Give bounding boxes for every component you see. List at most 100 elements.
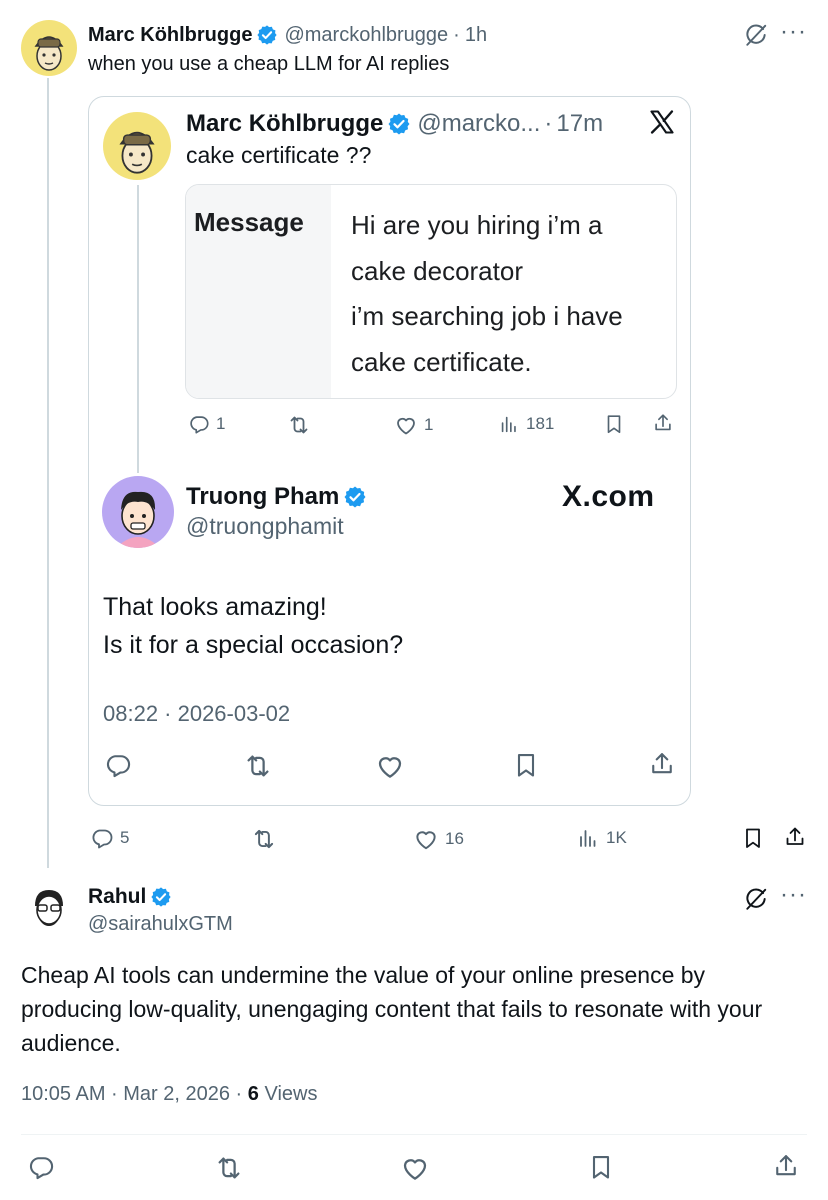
message-line: i’m searching job i have [351, 301, 623, 331]
more-icon[interactable]: ··· [780, 881, 807, 909]
bookmark-icon [603, 413, 625, 435]
divider [21, 1134, 807, 1135]
top-reply-button[interactable]: 5 [90, 826, 129, 850]
avatar-rahul[interactable] [21, 882, 77, 938]
main-bookmark-button[interactable] [587, 1153, 615, 1181]
bookmark-icon [512, 751, 540, 779]
main-tweet-time[interactable]: 10:05 AM · Mar 2, 2026 · [21, 1083, 248, 1105]
reply-icon [104, 751, 132, 779]
inner-views-button[interactable]: 181 [498, 413, 554, 435]
grok-icon[interactable] [743, 22, 769, 48]
retweet-icon [287, 413, 311, 437]
reply-icon [27, 1153, 55, 1181]
main-share-button[interactable] [772, 1152, 800, 1180]
avatar-marc-illustration [34, 36, 64, 71]
verified-badge-icon [256, 24, 278, 46]
verified-badge-icon [387, 112, 411, 136]
inner-like-button[interactable]: 1 [394, 413, 433, 437]
avatar-marc[interactable] [21, 20, 77, 76]
bookmark-icon [741, 826, 765, 850]
truong-reply-text: That looks amazing! Is it for a special … [103, 588, 403, 664]
top-retweet-button[interactable] [251, 826, 277, 852]
top-tweet-time[interactable]: 1h [465, 24, 487, 47]
card-retweet-button[interactable] [243, 751, 273, 781]
message-label: Message [194, 207, 304, 237]
grok-icon[interactable] [743, 886, 769, 912]
share-icon [772, 1152, 800, 1180]
avatar-marc-inner-illustration [119, 131, 155, 174]
top-bookmark-button[interactable] [741, 826, 765, 850]
inner-reply-button[interactable]: 1 [188, 413, 225, 435]
x-com-logo: X.com [562, 480, 655, 513]
top-reply-count: 5 [120, 828, 130, 847]
top-tweet-author[interactable]: Marc Köhlbrugge [88, 24, 252, 47]
inner-share-button[interactable] [652, 412, 674, 434]
main-retweet-button[interactable] [214, 1153, 244, 1183]
card-like-button[interactable] [375, 751, 405, 781]
x-logo-icon [648, 108, 676, 136]
like-icon [413, 826, 439, 852]
top-like-count: 16 [445, 829, 464, 848]
more-icon[interactable]: ··· [780, 18, 807, 46]
dot-separator: · [453, 23, 460, 46]
main-tweet-views-label: Views [258, 1083, 318, 1105]
inner-bookmark-button[interactable] [603, 413, 625, 435]
reply-text-line: That looks amazing! [103, 593, 327, 621]
share-icon [648, 750, 676, 778]
verified-badge-icon [343, 485, 367, 509]
inner-views-count: 181 [526, 414, 555, 433]
thread-line-inner [137, 185, 139, 473]
inner-tweet-header: Marc Köhlbrugge @marcko... · 17m [186, 108, 603, 140]
main-tweet-views-count: 6 [247, 1083, 259, 1105]
thread-line-top [47, 78, 49, 868]
inner-tweet-text: cake certificate ?? [186, 142, 372, 168]
inner-tweet-time[interactable]: 17m [556, 110, 603, 138]
reply-icon [90, 826, 114, 850]
top-views-count: 1K [606, 828, 627, 847]
message-line: cake decorator [351, 255, 523, 286]
avatar-truong[interactable] [102, 476, 174, 548]
main-tweet-meta: 10:05 AM · Mar 2, 2026 · 6 Views [21, 1083, 317, 1106]
message-body: Hi are you hiring i’m a cake decorator i… [351, 203, 623, 385]
inner-reply-count: 1 [216, 414, 226, 433]
like-icon [394, 413, 418, 437]
retweet-icon [243, 751, 273, 781]
avatar-truong-illustration [116, 491, 160, 548]
main-tweet-text: Cheap AI tools can undermine the value o… [21, 962, 763, 1056]
top-tweet-handle[interactable]: @marckohlbrugge [284, 24, 448, 47]
main-like-button[interactable] [400, 1153, 430, 1183]
share-icon [652, 412, 674, 434]
inner-retweet-button[interactable] [287, 413, 311, 437]
rahul-author[interactable]: Rahul [88, 885, 146, 909]
rahul-name-row: Rahul [88, 882, 172, 912]
views-icon [498, 413, 520, 435]
verified-badge-icon [150, 886, 172, 908]
avatar-marc-inner[interactable] [103, 112, 171, 180]
card-share-button[interactable] [648, 750, 676, 778]
like-icon [375, 751, 405, 781]
top-share-button[interactable] [783, 825, 807, 849]
truong-timestamp: 08:22 · 2026-03-02 [103, 701, 291, 726]
message-line: cake certificate. [351, 346, 532, 377]
rahul-handle[interactable]: @sairahulxGTM [88, 913, 233, 936]
dot-separator: · [544, 110, 553, 137]
reply-text-line: Is it for a special occasion? [103, 631, 404, 659]
inner-tweet-author[interactable]: Marc Köhlbrugge [186, 110, 383, 138]
message-image[interactable]: Message Hi are you hiring i’m a cake dec… [185, 184, 677, 399]
share-icon [783, 825, 807, 849]
retweet-icon [214, 1153, 244, 1183]
top-tweet-header: Marc Köhlbrugge @marckohlbrugge · 1h [88, 20, 487, 50]
inner-like-count: 1 [424, 415, 434, 434]
truong-author[interactable]: Truong Pham [186, 483, 339, 511]
retweet-icon [251, 826, 277, 852]
top-views-button[interactable]: 1K [576, 826, 627, 850]
truong-handle[interactable]: @truongphamit [186, 513, 344, 540]
avatar-rahul-illustration [35, 890, 63, 926]
top-tweet-text: when you use a cheap LLM for AI replies [88, 53, 450, 75]
card-reply-button[interactable] [104, 751, 132, 779]
main-reply-button[interactable] [27, 1153, 55, 1181]
top-like-button[interactable]: 16 [413, 826, 464, 852]
card-bookmark-button[interactable] [512, 751, 540, 779]
reply-icon [188, 413, 210, 435]
inner-tweet-handle[interactable]: @marcko... [417, 110, 540, 138]
